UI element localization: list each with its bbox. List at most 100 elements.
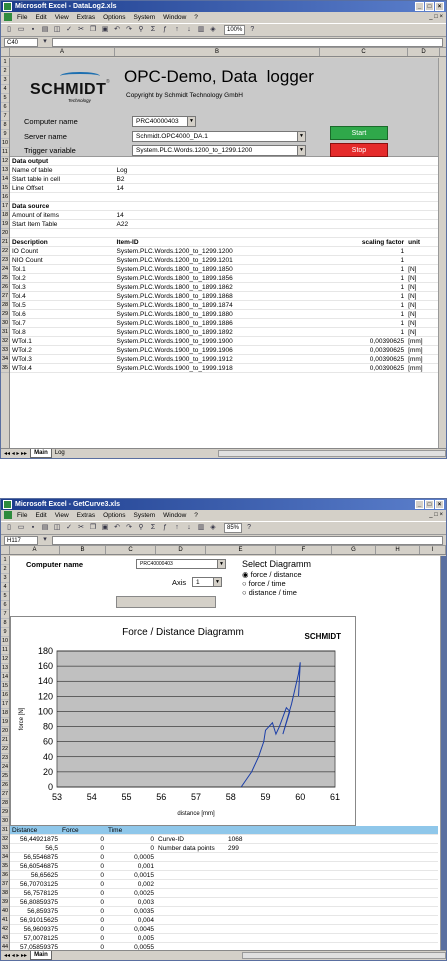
stop-button[interactable]: Stop bbox=[330, 143, 388, 157]
cell-unit[interactable]: unit bbox=[406, 238, 438, 246]
cell-description[interactable]: Tol.6 bbox=[10, 310, 115, 318]
cell-label[interactable] bbox=[156, 916, 226, 924]
computer-name-combo[interactable]: PRC40000403 ▼ bbox=[136, 559, 226, 569]
cell-time[interactable]: 0 bbox=[106, 835, 156, 843]
cell-item-id[interactable]: Item-ID bbox=[115, 238, 319, 246]
spell-icon[interactable]: ✓ bbox=[64, 25, 74, 35]
cell-label[interactable] bbox=[156, 871, 226, 879]
cell-item-id[interactable] bbox=[115, 202, 319, 210]
cell-scaling[interactable] bbox=[319, 166, 407, 174]
select-all[interactable] bbox=[1, 48, 10, 56]
cell-unit[interactable]: [mm] bbox=[406, 364, 438, 372]
cell-description[interactable] bbox=[10, 229, 115, 237]
cell-scaling[interactable]: scaling factor bbox=[319, 238, 407, 246]
cell-description[interactable]: Start table in cell bbox=[10, 175, 115, 183]
menu-system[interactable]: System bbox=[134, 12, 156, 23]
col-header-a[interactable]: A bbox=[10, 546, 60, 554]
formula-input[interactable] bbox=[52, 37, 443, 47]
cell-force[interactable]: 0 bbox=[60, 889, 106, 897]
col-header-c[interactable]: C bbox=[106, 546, 156, 554]
cell-item-id[interactable]: System.PLC.Words.1800_to_1899.1886 bbox=[115, 319, 319, 327]
copy-icon[interactable]: ❐ bbox=[88, 523, 98, 533]
cell-time[interactable]: 0,004 bbox=[106, 916, 156, 924]
cell-value[interactable] bbox=[226, 862, 282, 870]
cell-description[interactable]: WTol.3 bbox=[10, 355, 115, 363]
cell-unit[interactable]: [N] bbox=[406, 310, 438, 318]
cell-force[interactable]: 0 bbox=[60, 925, 106, 933]
cell-scaling[interactable]: 1 bbox=[319, 310, 407, 318]
close-button[interactable]: × bbox=[435, 2, 444, 11]
cell-unit[interactable] bbox=[406, 157, 438, 165]
cell-unit[interactable]: [N] bbox=[406, 283, 438, 291]
cell-value[interactable] bbox=[226, 871, 282, 879]
cell-force[interactable]: 0 bbox=[60, 862, 106, 870]
cell-scaling[interactable] bbox=[319, 220, 407, 228]
col-header-i[interactable]: I bbox=[420, 546, 446, 554]
cell-scaling[interactable]: 1 bbox=[319, 301, 407, 309]
function-icon[interactable]: ƒ bbox=[160, 523, 170, 533]
chart-icon[interactable]: ▥ bbox=[196, 523, 206, 533]
name-dropdown-icon[interactable]: ▾ bbox=[40, 535, 50, 545]
name-box[interactable]: H117 bbox=[4, 535, 38, 545]
preview-icon[interactable]: ◫ bbox=[52, 25, 62, 35]
cell-unit[interactable] bbox=[406, 220, 438, 228]
computer-name-combo[interactable]: PRC40000403 ▼ bbox=[132, 116, 196, 127]
redo-icon[interactable]: ↷ bbox=[124, 25, 134, 35]
cell-description[interactable]: Tol.3 bbox=[10, 283, 115, 291]
help-icon[interactable]: ? bbox=[244, 523, 254, 533]
cell-scaling[interactable]: 0,00390625 bbox=[319, 355, 407, 363]
open-icon[interactable]: ▭ bbox=[16, 523, 26, 533]
cell-time[interactable]: 0,002 bbox=[106, 880, 156, 888]
cell-time[interactable]: 0,0025 bbox=[106, 889, 156, 897]
menu-help[interactable]: ? bbox=[194, 12, 198, 23]
undo-icon[interactable]: ↶ bbox=[112, 523, 122, 533]
cell-value[interactable] bbox=[226, 943, 282, 950]
cell-unit[interactable] bbox=[406, 175, 438, 183]
new-icon[interactable]: ▯ bbox=[4, 523, 14, 533]
cell-scaling[interactable]: 1 bbox=[319, 265, 407, 273]
cell-unit[interactable]: [mm] bbox=[406, 337, 438, 345]
cell-scaling[interactable]: 0,00390625 bbox=[319, 364, 407, 372]
cell-force[interactable]: 0 bbox=[60, 943, 106, 950]
cell-unit[interactable]: [mm] bbox=[406, 355, 438, 363]
cell-time[interactable]: 0,005 bbox=[106, 934, 156, 942]
cell-scaling[interactable]: 1 bbox=[319, 292, 407, 300]
cell-distance[interactable]: 56,9609375 bbox=[10, 925, 60, 933]
cell-description[interactable]: Description bbox=[10, 238, 115, 246]
spell-icon[interactable]: ✓ bbox=[64, 523, 74, 533]
sheet-tab-main[interactable]: Main bbox=[30, 951, 52, 960]
cell-force[interactable]: 0 bbox=[60, 853, 106, 861]
sort-asc-icon[interactable]: ↑ bbox=[172, 25, 182, 35]
sheet-nav-icon[interactable]: ◂◂ ◂ ▸ ▸▸ bbox=[1, 951, 30, 961]
menu-help[interactable]: ? bbox=[194, 510, 198, 521]
radio-unselected-icon[interactable]: ○ bbox=[242, 588, 247, 597]
menu-edit[interactable]: Edit bbox=[35, 12, 46, 23]
cell-time[interactable]: 0,0045 bbox=[106, 925, 156, 933]
cell-item-id[interactable]: System.PLC.Words.1900_to_1999.1900 bbox=[115, 337, 319, 345]
cell-item-id[interactable]: System.PLC.Words.1800_to_1899.1880 bbox=[115, 310, 319, 318]
cut-icon[interactable]: ✂ bbox=[76, 25, 86, 35]
col-header-g[interactable]: G bbox=[332, 546, 376, 554]
cell-distance[interactable]: 56,44921875 bbox=[10, 835, 60, 843]
col-header-f[interactable]: F bbox=[276, 546, 332, 554]
cell-value[interactable] bbox=[226, 934, 282, 942]
cell-description[interactable]: Tol.5 bbox=[10, 301, 115, 309]
cell-distance[interactable]: 56,65625 bbox=[10, 871, 60, 879]
formula-input[interactable] bbox=[52, 535, 443, 545]
cell-scaling[interactable] bbox=[319, 229, 407, 237]
radio-force-time[interactable]: ○ force / time bbox=[242, 579, 286, 588]
cell-distance[interactable]: 56,80859375 bbox=[10, 898, 60, 906]
cell-value[interactable] bbox=[226, 916, 282, 924]
horizontal-scrollbar[interactable] bbox=[217, 450, 446, 457]
cell-distance[interactable]: 56,70703125 bbox=[10, 880, 60, 888]
undo-icon[interactable]: ↶ bbox=[112, 25, 122, 35]
cell-item-id[interactable]: System.PLC.Words.1200_to_1299.1200 bbox=[115, 247, 319, 255]
cell-time[interactable]: 0,0055 bbox=[106, 943, 156, 950]
vertical-scrollbar[interactable] bbox=[440, 556, 446, 950]
start-button[interactable]: Start bbox=[330, 126, 388, 140]
cell-distance[interactable]: 57,0078125 bbox=[10, 934, 60, 942]
cell-item-id[interactable]: System.PLC.Words.1800_to_1899.1862 bbox=[115, 283, 319, 291]
cell-scaling[interactable]: 1 bbox=[319, 319, 407, 327]
cell-unit[interactable] bbox=[406, 184, 438, 192]
cell-item-id[interactable]: System.PLC.Words.1800_to_1899.1856 bbox=[115, 274, 319, 282]
